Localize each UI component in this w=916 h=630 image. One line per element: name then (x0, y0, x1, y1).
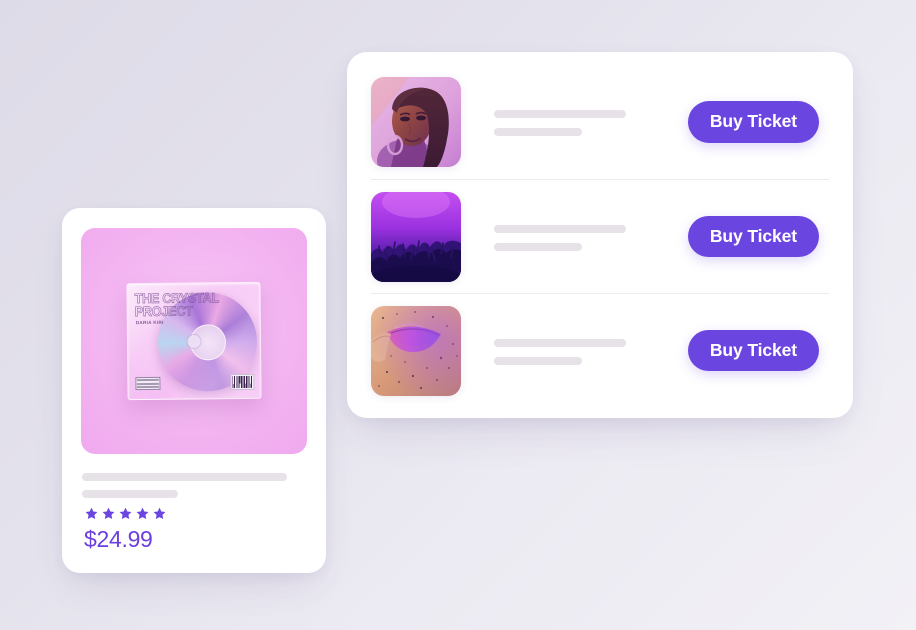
event-row[interactable]: Buy Ticket (371, 293, 829, 407)
star-icon (136, 507, 149, 519)
star-rating[interactable] (84, 506, 167, 521)
buy-ticket-button[interactable]: Buy Ticket (687, 329, 819, 372)
event-row[interactable]: Buy Ticket (371, 179, 829, 293)
album-title: THE CRYSTAL PROJECT (134, 290, 219, 320)
star-icon (153, 507, 166, 519)
event-thumbnail-crowd[interactable] (371, 191, 461, 282)
page-canvas: THE CRYSTAL PROJECT DARIA KIRI $24.99 Bu… (0, 0, 916, 630)
event-thumbnail-lips[interactable] (371, 305, 461, 396)
product-image: THE CRYSTAL PROJECT DARIA KIRI (81, 228, 307, 454)
event-thumbnail-portrait[interactable] (371, 77, 461, 167)
placeholder-bar (82, 490, 178, 498)
event-title-placeholder (494, 108, 688, 136)
placeholder-bar (82, 473, 287, 481)
buy-ticket-button[interactable]: Buy Ticket (687, 101, 819, 143)
album-artist: DARIA KIRI (135, 319, 164, 326)
product-card[interactable]: THE CRYSTAL PROJECT DARIA KIRI $24.99 (62, 208, 326, 573)
event-row[interactable]: Buy Ticket (371, 65, 829, 179)
event-title-placeholder (494, 223, 688, 251)
placeholder-bar (494, 128, 582, 136)
barcode-icon (230, 373, 255, 391)
star-icon (85, 507, 98, 519)
buy-ticket-button[interactable]: Buy Ticket (687, 215, 819, 258)
placeholder-bar (494, 110, 626, 118)
product-price: $24.99 (84, 526, 153, 552)
star-icon (102, 507, 115, 519)
placeholder-bar (494, 356, 582, 365)
placeholder-bar (494, 338, 626, 347)
product-title-placeholder (82, 473, 308, 498)
placeholder-bar (494, 224, 626, 233)
placeholder-bar (494, 242, 582, 251)
event-list-card: Buy Ticket Buy Ticket Buy Ticket (347, 52, 853, 418)
cd-hub-icon (187, 334, 201, 348)
parental-advisory-icon (135, 376, 161, 391)
event-title-placeholder (494, 337, 688, 365)
star-icon (119, 507, 132, 519)
cd-jewel-case: THE CRYSTAL PROJECT DARIA KIRI (126, 281, 262, 401)
